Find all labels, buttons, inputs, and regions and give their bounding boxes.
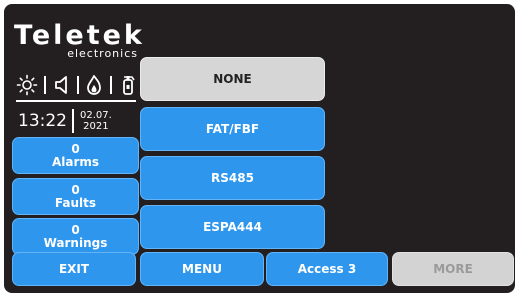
alarms-label: Alarms xyxy=(51,154,100,169)
icon-separator xyxy=(76,76,79,94)
date-day-month: 02.07. xyxy=(80,110,112,121)
faults-count: 0 xyxy=(71,182,80,197)
option-fat-fbf-button[interactable]: FAT/FBF xyxy=(140,107,325,151)
alarms-count: 0 xyxy=(71,141,80,156)
icons-divider xyxy=(16,100,136,102)
device-panel: Teletek electronics 13:22 02.07. 2021 0 … xyxy=(4,4,515,293)
warnings-count: 0 xyxy=(71,222,80,237)
date-year: 2021 xyxy=(83,121,109,132)
fire-icon xyxy=(85,74,103,96)
time-display: 13:22 xyxy=(18,111,67,131)
clock-separator xyxy=(72,109,74,133)
icon-separator xyxy=(44,76,47,94)
status-icons xyxy=(16,73,138,97)
more-button[interactable]: MORE xyxy=(392,252,514,286)
screen: Teletek electronics 13:22 02.07. 2021 0 … xyxy=(0,0,520,297)
warnings-counter-button[interactable]: 0 Warnings xyxy=(12,218,139,255)
speaker-icon xyxy=(53,74,71,96)
icon-separator xyxy=(109,76,112,94)
teletek-logo: Teletek electronics xyxy=(14,20,145,61)
logo-brand-name: Teletek xyxy=(14,20,145,51)
clock: 13:22 02.07. 2021 xyxy=(18,105,140,137)
access-level-button[interactable]: Access 3 xyxy=(266,252,388,286)
menu-button[interactable]: MENU xyxy=(140,252,264,286)
warnings-label: Warnings xyxy=(43,235,108,250)
alarms-counter-button[interactable]: 0 Alarms xyxy=(12,137,139,174)
option-rs485-button[interactable]: RS485 xyxy=(140,156,325,200)
faults-counter-button[interactable]: 0 Faults xyxy=(12,178,139,215)
sun-icon xyxy=(16,74,38,96)
option-none-button[interactable]: NONE xyxy=(140,57,325,101)
exit-button[interactable]: EXIT xyxy=(12,252,136,286)
date-display: 02.07. 2021 xyxy=(80,110,112,132)
extinguisher-icon xyxy=(118,74,138,96)
option-espa444-button[interactable]: ESPA444 xyxy=(140,205,325,249)
faults-label: Faults xyxy=(54,195,97,210)
